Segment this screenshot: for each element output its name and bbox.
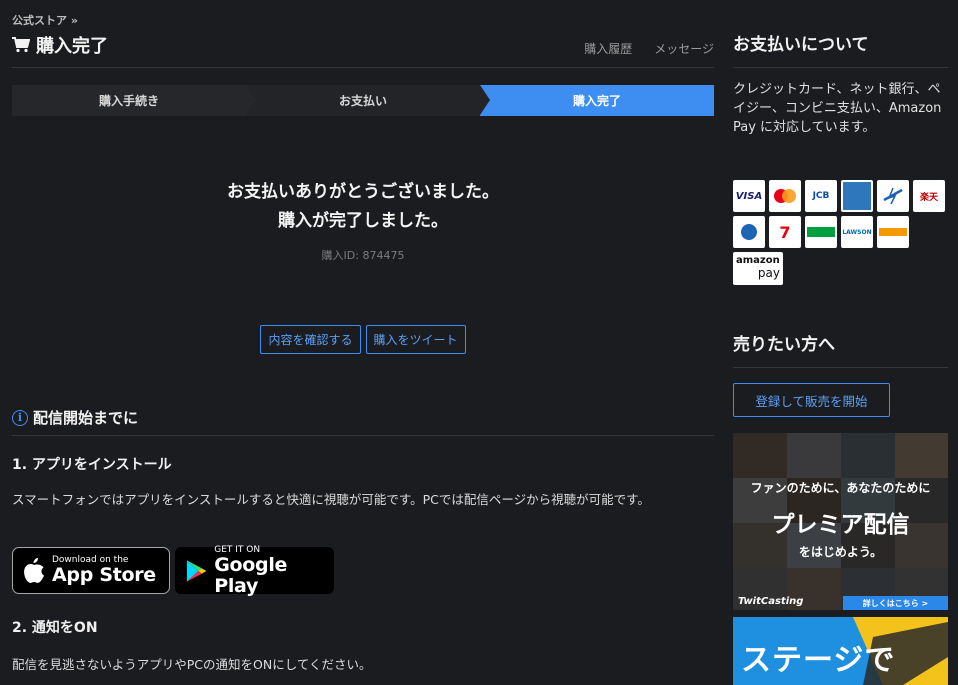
- section-before-stream: i 配信開始までに: [12, 400, 714, 436]
- notification-text: 配信を見逃さないようアプリやPCの通知をONにしてください。: [12, 657, 372, 672]
- familymart-logo: [805, 216, 837, 248]
- step-label: お支払い: [338, 94, 387, 108]
- page-title-text: 購入完了: [36, 36, 108, 57]
- page-title: 購入完了: [12, 32, 108, 58]
- purchase-history-link[interactable]: 購入履歴: [584, 40, 632, 57]
- twitcasting-brand: TwitCasting: [738, 596, 804, 607]
- seven-eleven-logo: 7: [769, 216, 801, 248]
- payment-info-title: お支払いについて: [733, 30, 948, 68]
- breadcrumb[interactable]: 公式ストア »: [12, 12, 78, 28]
- google-play-icon: [186, 559, 207, 582]
- install-app-heading: 1. アプリをインストール: [12, 457, 172, 473]
- install-app-text: スマートフォンではアプリをインストールすると快適に視聴が可能です。PCでは配信ペ…: [12, 492, 650, 507]
- cart-icon: [12, 37, 30, 53]
- premier-broadcast-banner[interactable]: ファンのために、あなたのために プレミア配信 をはじめよう。 TwitCasti…: [733, 433, 948, 610]
- app-store-big-text: App Store: [52, 564, 156, 586]
- thanks-message: お支払いありがとうございました。 購入が完了しました。: [12, 178, 714, 236]
- banner-more-link[interactable]: 詳しくはこちら >: [843, 596, 948, 610]
- amex-logo: [841, 180, 873, 212]
- payment-logos: VISA JCB 楽天 7 LAWSON: [733, 180, 945, 248]
- amazon-text: amazon: [736, 255, 780, 266]
- google-play-badge[interactable]: GET IT ON Google Play: [175, 544, 334, 597]
- section-heading: 配信開始までに: [33, 409, 139, 427]
- bank-logo: [877, 180, 909, 212]
- visa-logo: VISA: [733, 180, 765, 212]
- progress-steps: 購入手続き お支払い 購入完了: [12, 85, 714, 116]
- banner-line-3: をはじめよう。: [798, 545, 883, 559]
- stage-banner-text: ステージで: [741, 643, 896, 678]
- google-play-small-text: GET IT ON: [214, 544, 261, 555]
- title-row: 購入完了 購入履歴 メッセージ: [12, 30, 714, 68]
- messages-link[interactable]: メッセージ: [654, 40, 714, 57]
- rakuten-logo: 楽天: [913, 180, 945, 212]
- step-checkout: 購入手続き: [12, 85, 256, 116]
- step-label: 購入手続き: [98, 94, 159, 108]
- header-links: 購入履歴 メッセージ: [584, 40, 714, 57]
- mastercard-logo: [769, 180, 801, 212]
- step-label: 購入完了: [572, 94, 621, 108]
- amazon-pay-logo: amazon pay: [733, 252, 783, 285]
- ministop-logo: [877, 216, 909, 248]
- banner-line-1: ファンのために、あなたのために: [750, 481, 931, 495]
- thanks-line-1: お支払いありがとうございました。: [227, 182, 499, 202]
- confirm-details-button[interactable]: 内容を確認する: [260, 325, 361, 354]
- tweet-purchase-button[interactable]: 購入をツイート: [365, 325, 466, 354]
- amazon-pay-text: pay: [757, 266, 780, 280]
- apple-icon: [24, 558, 44, 583]
- store-badges: Download on the App Store GET IT ON Goog…: [12, 544, 334, 597]
- banner-line-2: プレミア配信: [771, 512, 910, 538]
- app-store-badge[interactable]: Download on the App Store: [12, 547, 170, 594]
- payeasy-logo: [733, 216, 765, 248]
- step-arrow: [246, 85, 256, 115]
- purchase-id: 購入ID: 874475: [321, 249, 405, 262]
- step-payment: お支払い: [246, 85, 490, 116]
- thanks-line-2: 購入が完了しました。: [278, 211, 448, 231]
- action-buttons: 内容を確認する 購入をツイート: [12, 325, 714, 354]
- info-icon: i: [12, 409, 28, 426]
- step-arrow: [480, 85, 490, 115]
- google-play-big-text: Google Play: [214, 553, 288, 597]
- lawson-logo: LAWSON: [841, 216, 873, 248]
- start-selling-button[interactable]: 登録して販売を開始: [733, 383, 890, 417]
- jcb-logo: JCB: [805, 180, 837, 212]
- notification-heading: 2. 通知をON: [12, 620, 98, 636]
- stage-banner[interactable]: ステージで: [733, 617, 948, 685]
- seller-title: 売りたい方へ: [733, 330, 948, 368]
- step-complete: 購入完了: [480, 85, 714, 116]
- payment-info-text: クレジットカード、ネット銀行、ペイジー、コンビニ支払い、Amazon Pay に…: [733, 82, 942, 135]
